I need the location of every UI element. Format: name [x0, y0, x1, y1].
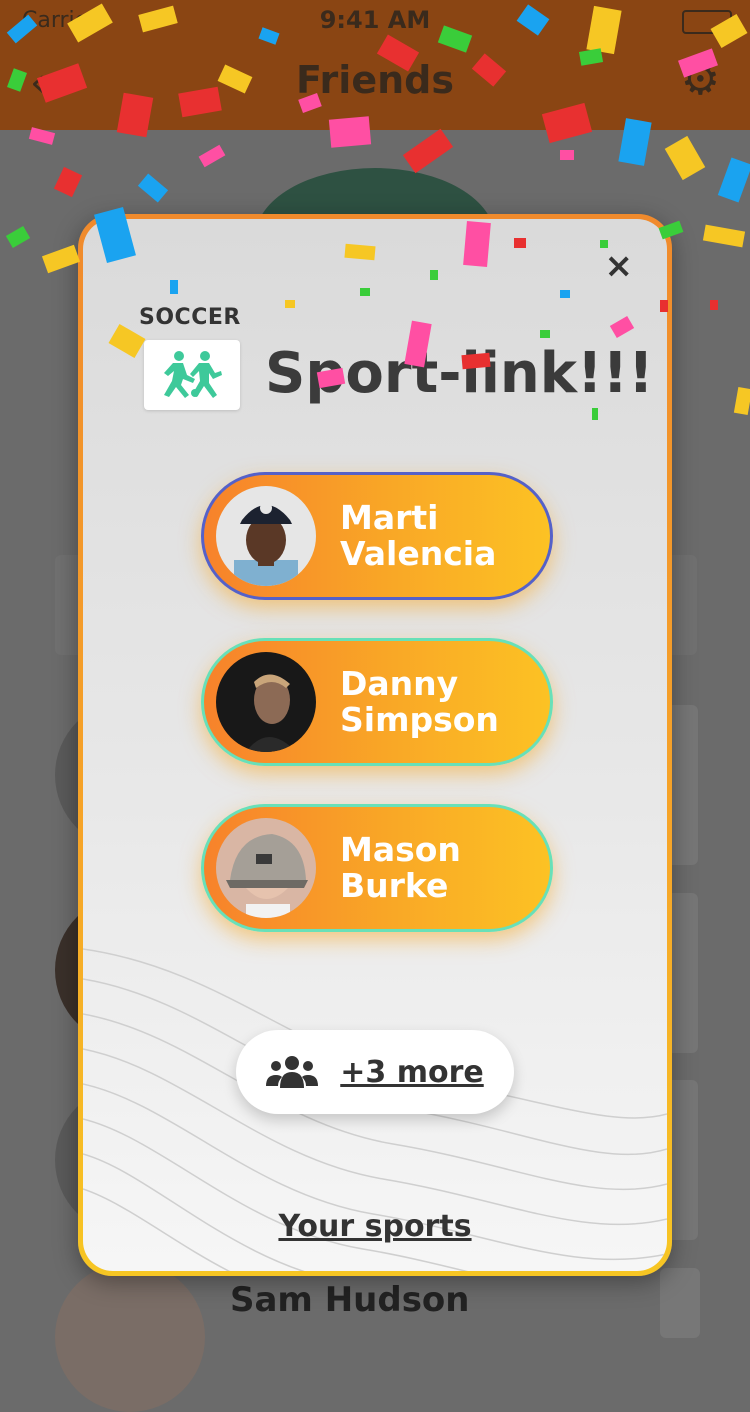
avatar	[216, 652, 316, 752]
match-first-name: Mason	[340, 830, 461, 869]
your-sports-link[interactable]: Your sports	[83, 1209, 667, 1244]
friend-name: Sam Hudson	[230, 1280, 470, 1320]
more-matches-label: +3 more	[340, 1054, 484, 1090]
sport-link-modal: × SOCCER Sport-link!!! Marti Valencia Da…	[78, 214, 672, 1276]
status-bar: Carrier 9:41 AM	[0, 0, 750, 40]
status-time: 9:41 AM	[319, 6, 431, 34]
soccer-players-icon	[144, 340, 240, 410]
nav-bar: ‹ Friends ⚙	[0, 40, 750, 130]
headline: Sport-link!!!	[265, 341, 654, 406]
sport-label: SOCCER	[139, 305, 241, 330]
close-icon[interactable]: ×	[605, 249, 634, 283]
match-first-name: Danny	[340, 664, 459, 703]
match-last-name: Valencia	[340, 534, 497, 573]
page-title: Friends	[296, 58, 454, 102]
avatar	[216, 486, 316, 586]
match-pill-marti-valencia[interactable]: Marti Valencia	[201, 472, 553, 600]
battery-icon	[682, 10, 732, 34]
match-pill-mason-burke[interactable]: Mason Burke	[201, 804, 553, 932]
match-name: Mason Burke	[340, 832, 530, 904]
match-last-name: Burke	[340, 866, 449, 905]
avatar	[216, 818, 316, 918]
match-first-name: Marti	[340, 498, 439, 537]
more-matches-button[interactable]: +3 more	[236, 1030, 514, 1114]
match-pill-danny-simpson[interactable]: Danny Simpson	[201, 638, 553, 766]
match-name: Marti Valencia	[340, 500, 530, 572]
gear-icon[interactable]: ⚙	[681, 54, 720, 105]
background-tile	[660, 1268, 700, 1338]
match-last-name: Simpson	[340, 700, 499, 739]
group-icon	[266, 1056, 319, 1088]
match-name: Danny Simpson	[340, 666, 530, 738]
modal-body: × SOCCER Sport-link!!! Marti Valencia Da…	[83, 219, 667, 1271]
background-avatar	[55, 1262, 205, 1412]
